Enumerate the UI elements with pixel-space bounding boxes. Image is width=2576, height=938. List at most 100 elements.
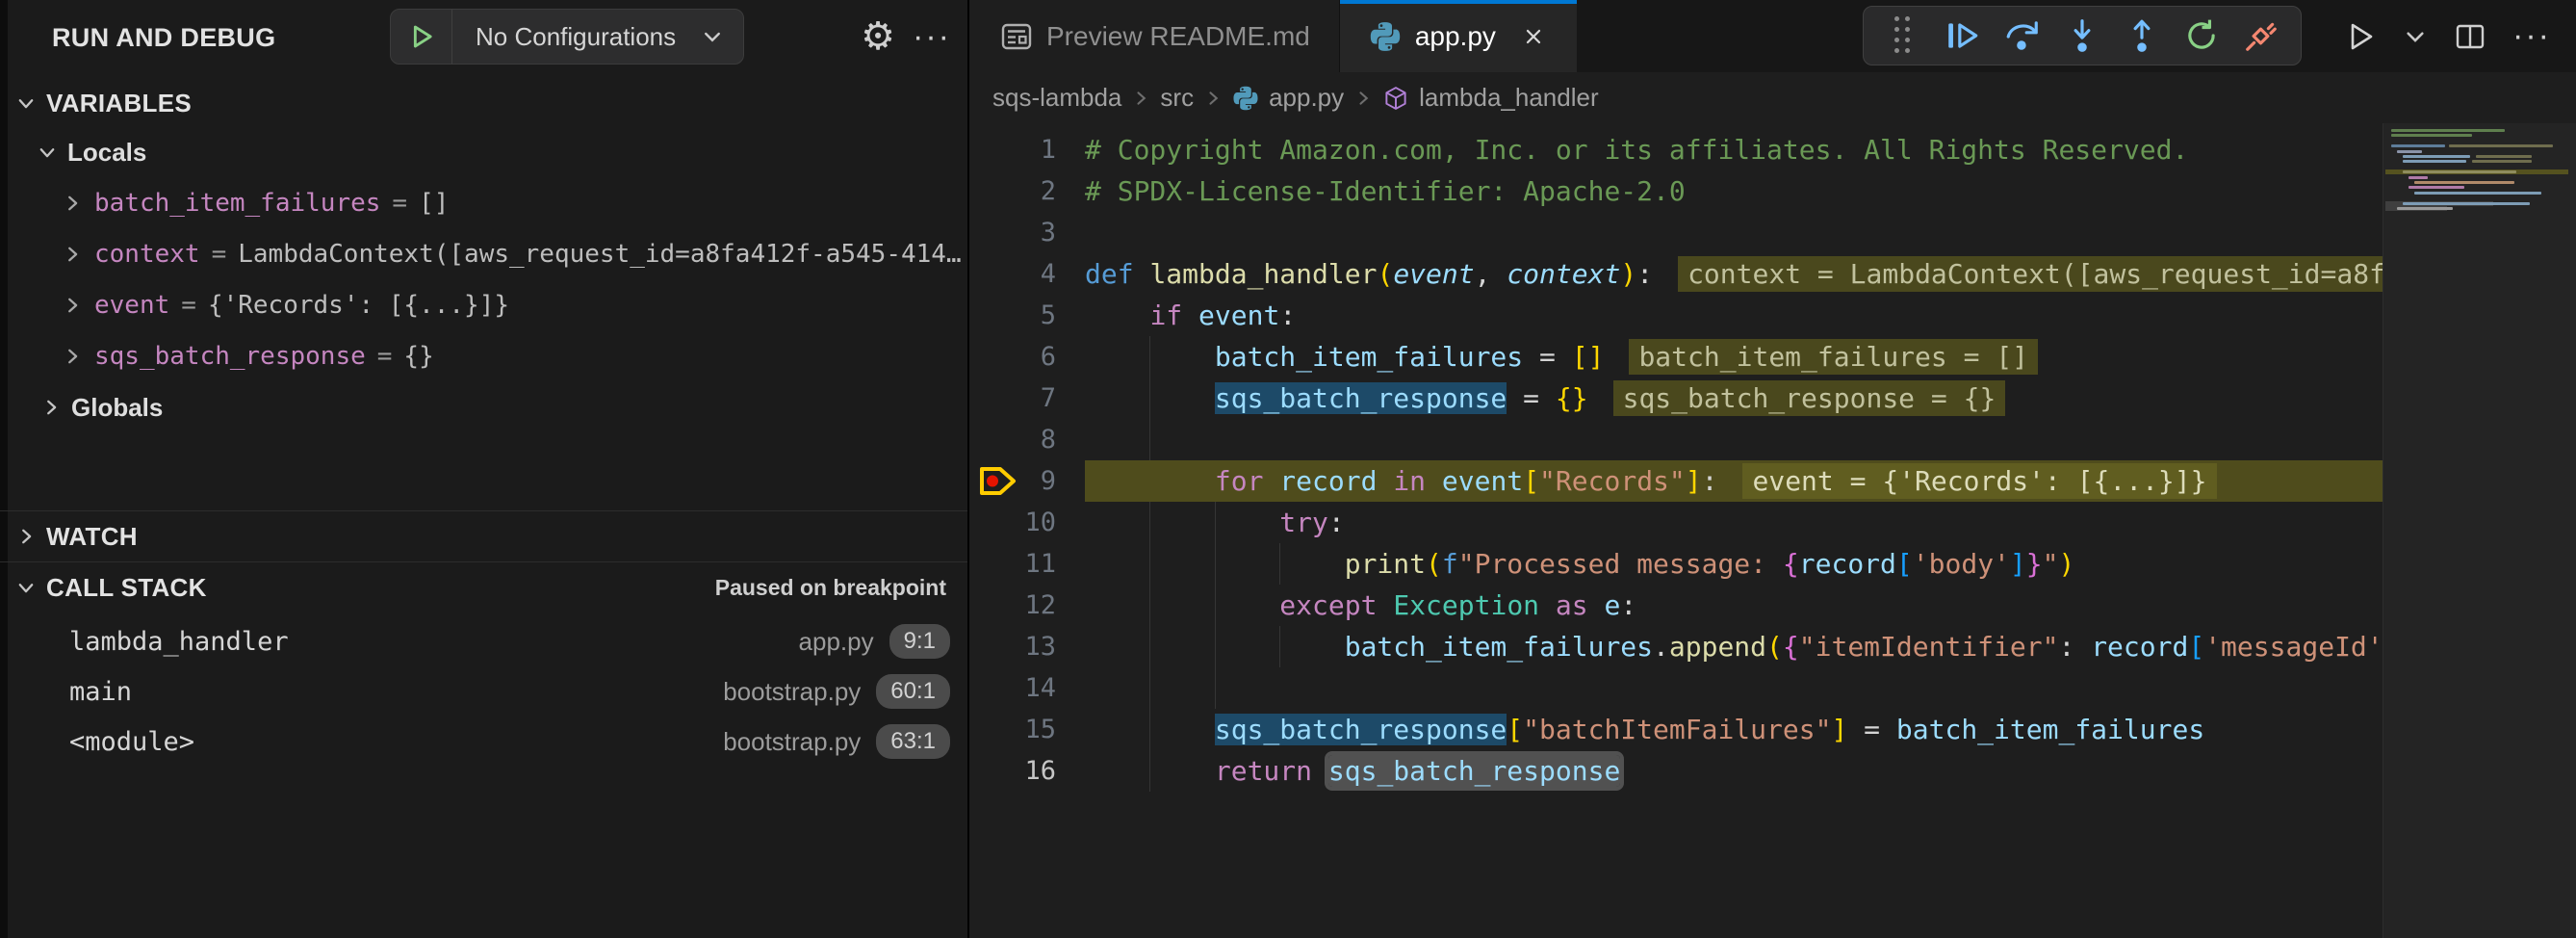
line-number[interactable]: 5 — [971, 295, 1056, 336]
line-content[interactable]: # SPDX-License-Identifier: Apache-2.0 — [1085, 170, 2383, 212]
run-python-file-button[interactable] — [2343, 19, 2378, 54]
line-content[interactable]: # Copyright Amazon.com, Inc. or its affi… — [1085, 129, 2383, 170]
breadcrumb-item-symbol[interactable]: lambda_handler — [1419, 83, 1598, 113]
locals-variable-list: batch_item_failures = []context = Lambda… — [0, 177, 967, 381]
disconnect-button[interactable] — [2243, 17, 2280, 54]
code-token — [1182, 300, 1198, 331]
code-token: = — [1847, 714, 1896, 745]
globals-scope[interactable]: Globals — [0, 383, 967, 431]
variable-row[interactable]: batch_item_failures = [] — [0, 177, 967, 228]
breadcrumb-item-file[interactable]: app.py — [1269, 83, 1344, 113]
line-number[interactable]: 3 — [971, 212, 1056, 253]
code-token: return — [1215, 755, 1312, 787]
line-content[interactable] — [1085, 212, 2383, 253]
call-stack-frame[interactable]: <module>bootstrap.py63:1 — [0, 717, 967, 767]
line-number[interactable]: 8 — [971, 419, 1056, 460]
line-number[interactable]: 1 — [971, 129, 1056, 170]
step-into-button[interactable] — [2064, 17, 2100, 54]
line-number[interactable]: 10 — [971, 502, 1056, 543]
continue-button[interactable] — [1945, 17, 1981, 54]
watch-header[interactable]: WATCH — [0, 511, 967, 561]
variable-value: {} — [403, 342, 433, 371]
restart-button[interactable] — [2183, 17, 2220, 54]
code-line: 4 def lambda_handler(event, context):cont… — [971, 253, 2383, 295]
step-over-button[interactable] — [2004, 17, 2041, 54]
line-content[interactable] — [1085, 667, 2383, 709]
frame-name: lambda_handler — [69, 627, 289, 657]
config-dropdown[interactable]: No Configurations — [452, 22, 701, 52]
breadcrumb-item-folder[interactable]: src — [1160, 83, 1194, 113]
run-dropdown-chevron-icon[interactable] — [2403, 24, 2428, 49]
line-number[interactable]: 2 — [971, 170, 1056, 212]
code-editor[interactable]: 1 # Copyright Amazon.com, Inc. or its aff… — [971, 129, 2383, 938]
line-number[interactable]: 15 — [971, 709, 1056, 750]
line-content[interactable]: batch_item_failures = []batch_item_failu… — [1085, 336, 2383, 378]
locals-scope[interactable]: Locals — [0, 131, 967, 173]
breakpoint-execution-arrow-icon[interactable] — [975, 463, 1021, 499]
line-content[interactable]: for record in event["Records"]:event = {… — [1085, 460, 2383, 502]
call-stack-frame[interactable]: mainbootstrap.py60:1 — [0, 666, 967, 717]
code-token: context — [1507, 258, 1620, 290]
gear-icon[interactable]: ⚙ — [851, 10, 905, 64]
line-content[interactable]: sqs_batch_response["batchItemFailures"] … — [1085, 709, 2383, 750]
tab-preview-readme[interactable]: Preview README.md — [971, 0, 1340, 72]
variables-header[interactable]: VARIABLES — [0, 85, 967, 121]
frame-file: bootstrap.py — [723, 677, 861, 707]
call-stack-frame[interactable]: lambda_handlerapp.py9:1 — [0, 616, 967, 666]
code-token: : — [1702, 465, 1718, 497]
line-content[interactable] — [1085, 419, 2383, 460]
minimap-line — [2403, 160, 2466, 163]
start-debug-button[interactable] — [391, 10, 452, 64]
close-icon[interactable] — [1519, 22, 1548, 51]
breadcrumb-item-project[interactable]: sqs-lambda — [992, 83, 1121, 113]
drag-handle-icon[interactable] — [1885, 17, 1921, 54]
sidebar-more-actions-icon[interactable]: ··· — [903, 10, 961, 64]
chevron-right-icon — [1353, 89, 1373, 108]
run-and-debug-sidebar: RUN AND DEBUG No Configurations ⚙ ··· VA… — [0, 0, 969, 938]
inline-debug-value: sqs_batch_response = {} — [1613, 380, 2006, 416]
line-number[interactable]: 7 — [971, 378, 1056, 419]
step-out-button[interactable] — [2124, 17, 2160, 54]
line-content[interactable]: print(f"Processed message: {record['body… — [1085, 543, 2383, 585]
line-content[interactable]: return sqs_batch_response — [1085, 750, 2383, 792]
code-token: } — [2026, 548, 2043, 580]
line-content[interactable]: sqs_batch_response = {}sqs_batch_respons… — [1085, 378, 2383, 419]
tab-label: app.py — [1415, 21, 1496, 52]
indent-guide — [1279, 543, 1280, 585]
tab-app-py[interactable]: app.py — [1340, 0, 1577, 72]
call-stack-header[interactable]: CALL STACK Paused on breakpoint — [0, 562, 967, 612]
line-number[interactable]: 4 — [971, 253, 1056, 295]
variable-row[interactable]: sqs_batch_response = {} — [0, 330, 967, 381]
code-token: "batchItemFailures" — [1523, 714, 1831, 745]
code-area: 1 # Copyright Amazon.com, Inc. or its aff… — [971, 123, 2576, 938]
editor-actions: ··· — [2343, 0, 2551, 72]
variable-row[interactable]: event = {'Records': [{...}]} — [0, 279, 967, 330]
line-content[interactable]: if event: — [1085, 295, 2383, 336]
code-token: : — [2058, 631, 2091, 663]
indent-guide — [1215, 667, 1216, 709]
chevron-down-icon[interactable] — [701, 25, 743, 48]
frame-location: bootstrap.py63:1 — [723, 724, 950, 759]
line-content[interactable]: except Exception as e: — [1085, 585, 2383, 626]
launch-config-control[interactable]: No Configurations — [390, 9, 744, 65]
minimap-column[interactable] — [2383, 123, 2576, 938]
line-number[interactable]: 13 — [971, 626, 1056, 667]
variable-name: batch_item_failures — [94, 189, 380, 218]
line-number[interactable]: 16 — [971, 750, 1056, 792]
split-editor-icon[interactable] — [2453, 19, 2487, 54]
minimap-line — [2391, 129, 2505, 132]
code-line: 11 print(f"Processed message: {record['b… — [971, 543, 2383, 585]
line-content[interactable]: def lambda_handler(event, context):conte… — [1085, 253, 2383, 295]
code-token: record — [1279, 465, 1377, 497]
line-number[interactable]: 14 — [971, 667, 1056, 709]
line-number[interactable]: 12 — [971, 585, 1056, 626]
code-token — [1312, 755, 1328, 787]
line-content[interactable]: try: — [1085, 502, 2383, 543]
line-number[interactable]: 6 — [971, 336, 1056, 378]
variable-row[interactable]: context = LambdaContext([aws_request_id=… — [0, 228, 967, 279]
line-content[interactable]: batch_item_failures.append({"itemIdentif… — [1085, 626, 2383, 667]
indent-guide — [1149, 336, 1150, 378]
editor-more-actions-icon[interactable]: ··· — [2512, 17, 2551, 55]
minimap[interactable] — [2383, 125, 2576, 214]
line-number[interactable]: 11 — [971, 543, 1056, 585]
